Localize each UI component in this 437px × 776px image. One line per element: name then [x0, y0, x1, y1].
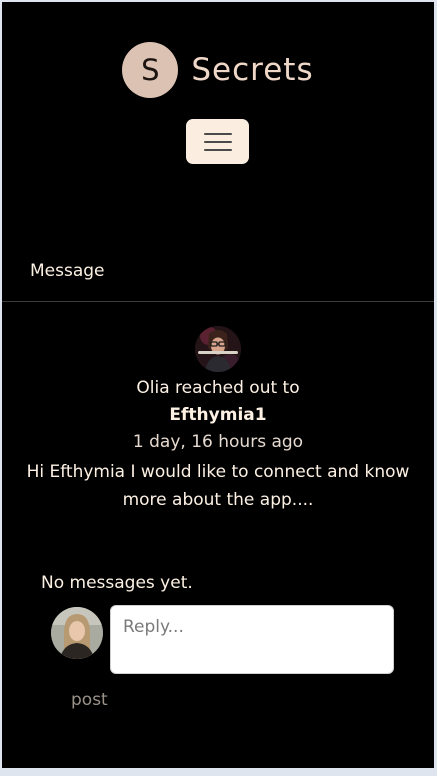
- user-avatar-image: [51, 607, 103, 659]
- brand-name: Secrets: [191, 52, 314, 88]
- nav-toggle-button[interactable]: [186, 119, 249, 164]
- divider: [2, 301, 434, 302]
- hamburger-icon: [203, 148, 232, 151]
- current-user-avatar: [51, 607, 103, 659]
- message-card: Olia reached out to Efthymia1 1 day, 16 …: [2, 326, 434, 514]
- empty-replies-text: No messages yet.: [41, 573, 193, 593]
- brand[interactable]: S Secrets: [2, 42, 434, 98]
- message-body: Hi Efthymia I would like to connect and …: [26, 462, 410, 510]
- hamburger-icon: [203, 140, 232, 143]
- logo-letter: S: [141, 53, 160, 87]
- hamburger-icon: [203, 132, 232, 135]
- recipient-name[interactable]: Efthymia1: [2, 402, 434, 429]
- app-frame: S Secrets Message Olia reached out to Ef…: [2, 2, 434, 768]
- sender-avatar-image: [195, 326, 241, 372]
- sender-line: Olia reached out to: [136, 378, 300, 398]
- reply-input[interactable]: [110, 605, 394, 674]
- sender-avatar[interactable]: [195, 326, 241, 372]
- section-title: Message: [30, 261, 105, 281]
- logo-badge: S: [122, 42, 179, 98]
- post-button[interactable]: post: [71, 690, 108, 710]
- message-timestamp: 1 day, 16 hours ago: [132, 432, 304, 452]
